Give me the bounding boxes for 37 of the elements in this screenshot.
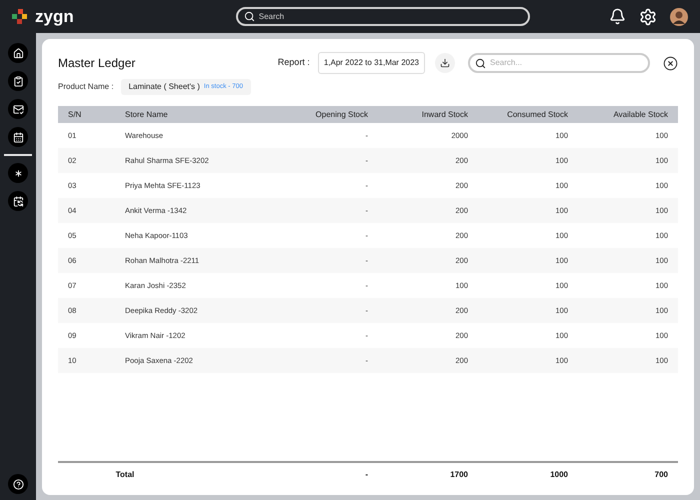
column-header: Consumed Stock	[507, 110, 568, 118]
date-range-field[interactable]: 1,Apr 2022 to 31,Mar 2023	[318, 52, 425, 74]
mail-icon[interactable]	[12, 104, 24, 114]
column-header: Opening Stock	[316, 110, 368, 118]
total-cell: 700	[654, 470, 668, 479]
search-icon	[244, 11, 255, 22]
help-icon[interactable]	[12, 478, 24, 490]
search-input[interactable]: Search...	[490, 57, 643, 69]
page-title: Master Ledger	[58, 55, 136, 72]
report-label: Report :	[278, 56, 310, 70]
notification-icon[interactable]	[609, 8, 626, 25]
total-label: Total	[116, 470, 134, 479]
close-icon[interactable]	[663, 56, 678, 70]
avatar[interactable]	[670, 8, 688, 26]
total-cell: 1700	[450, 470, 468, 479]
product-name: Laminate ( Sheet's )	[128, 81, 200, 93]
column-header: Inward Stock	[422, 110, 468, 118]
home-icon[interactable]	[12, 48, 24, 58]
product-label: Product Name :	[58, 81, 114, 93]
calendar-icon[interactable]	[12, 132, 24, 142]
asterisk-icon[interactable]	[12, 168, 24, 178]
download-button[interactable]	[435, 53, 455, 73]
total-cell: -	[365, 470, 368, 479]
column-header: Available Stock	[613, 110, 668, 118]
search-field[interactable]: Search	[236, 7, 530, 26]
search-field[interactable]: Search...	[468, 53, 650, 73]
clipboard-icon[interactable]	[12, 76, 24, 86]
column-header: Store Name	[125, 110, 168, 118]
column-header: S/N	[68, 110, 82, 118]
settings-icon[interactable]	[639, 8, 657, 26]
search-icon	[475, 58, 486, 68]
total-cell: 1000	[550, 470, 568, 479]
download-icon	[440, 58, 450, 68]
search-input[interactable]: Search	[258, 10, 522, 22]
calendar-sync-icon[interactable]	[12, 196, 24, 206]
logo-icon	[12, 8, 28, 24]
brand-name: zygn	[35, 6, 74, 28]
